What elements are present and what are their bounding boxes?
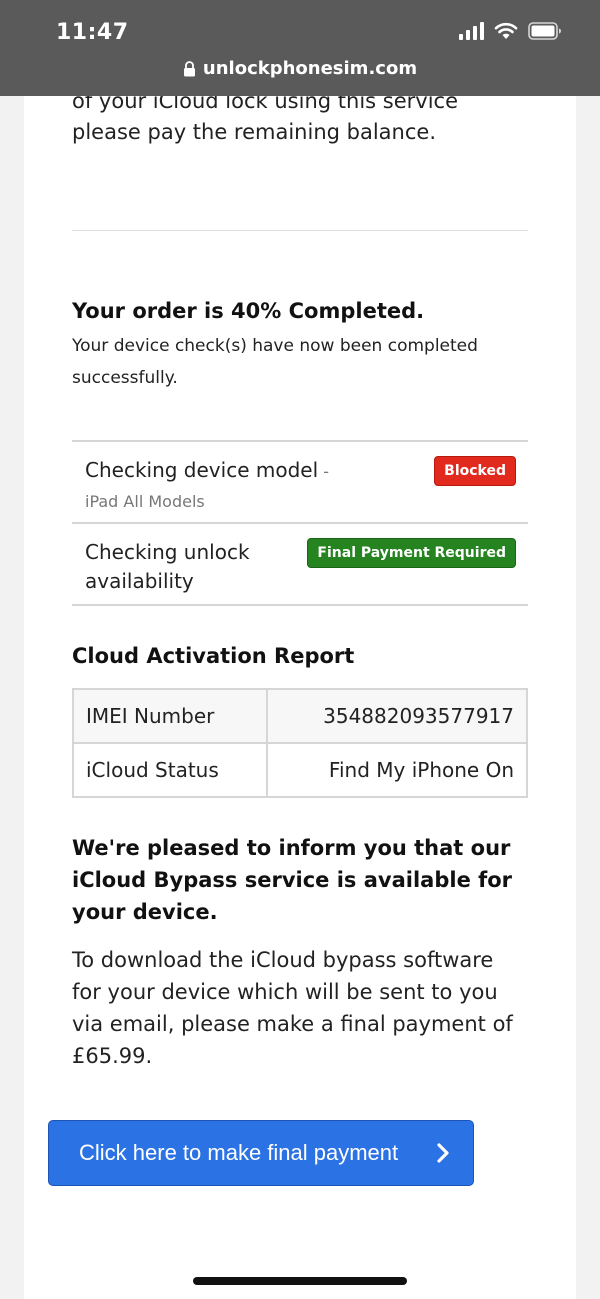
availability-headline: We're pleased to inform you that our iCl… — [72, 836, 513, 924]
check-label-text: Checking unlock availability — [85, 540, 250, 593]
table-cell-key: IMEI Number — [72, 688, 268, 744]
table-row: IMEI Number 354882093577917 — [72, 688, 528, 744]
check-label-text: Checking device model — [85, 458, 319, 482]
check-label: Checking device model - iPad All Models — [85, 456, 335, 516]
status-time: 11:47 — [56, 20, 129, 45]
lock-icon — [183, 60, 196, 77]
check-label: Checking unlock availability — [85, 538, 335, 596]
url-bar[interactable]: unlockphonesim.com — [0, 58, 600, 79]
check-row-device-model: Checking device model - iPad All Models … — [72, 442, 528, 524]
check-list: Checking device model - iPad All Models … — [72, 440, 528, 606]
cellular-signal-icon — [459, 22, 484, 40]
report-table: IMEI Number 354882093577917 iCloud Statu… — [72, 688, 528, 798]
browser-top-bar: 11:47 unlockphonesim.com — [0, 0, 600, 96]
pay-button-label: Click here to make final payment — [79, 1140, 399, 1165]
section-divider — [72, 230, 528, 231]
status-badge-final-payment: Final Payment Required — [307, 538, 516, 568]
progress-subtitle: Your device check(s) have now been compl… — [72, 336, 478, 388]
table-cell-value: 354882093577917 — [266, 688, 528, 744]
table-cell-key: iCloud Status — [72, 742, 268, 798]
report-title: Cloud Activation Report — [72, 644, 355, 668]
check-row-unlock-availability: Checking unlock availability Final Payme… — [72, 524, 528, 606]
url-text: unlockphonesim.com — [202, 58, 418, 79]
payment-instructions: To download the iCloud bypass software f… — [72, 948, 513, 1068]
status-badge-blocked: Blocked — [434, 456, 516, 486]
table-row: iCloud Status Find My iPhone On — [72, 742, 528, 798]
table-cell-value: Find My iPhone On — [266, 742, 528, 798]
home-indicator[interactable] — [193, 1277, 407, 1285]
make-final-payment-button[interactable]: Click here to make final payment — [48, 1120, 474, 1186]
battery-icon — [528, 22, 562, 40]
chevron-right-icon — [413, 1142, 473, 1164]
progress-title: Your order is 40% Completed. — [72, 299, 425, 323]
wifi-icon — [494, 22, 518, 40]
status-icons — [459, 22, 562, 40]
page-card: of your iCloud lock using this service p… — [24, 0, 576, 1299]
